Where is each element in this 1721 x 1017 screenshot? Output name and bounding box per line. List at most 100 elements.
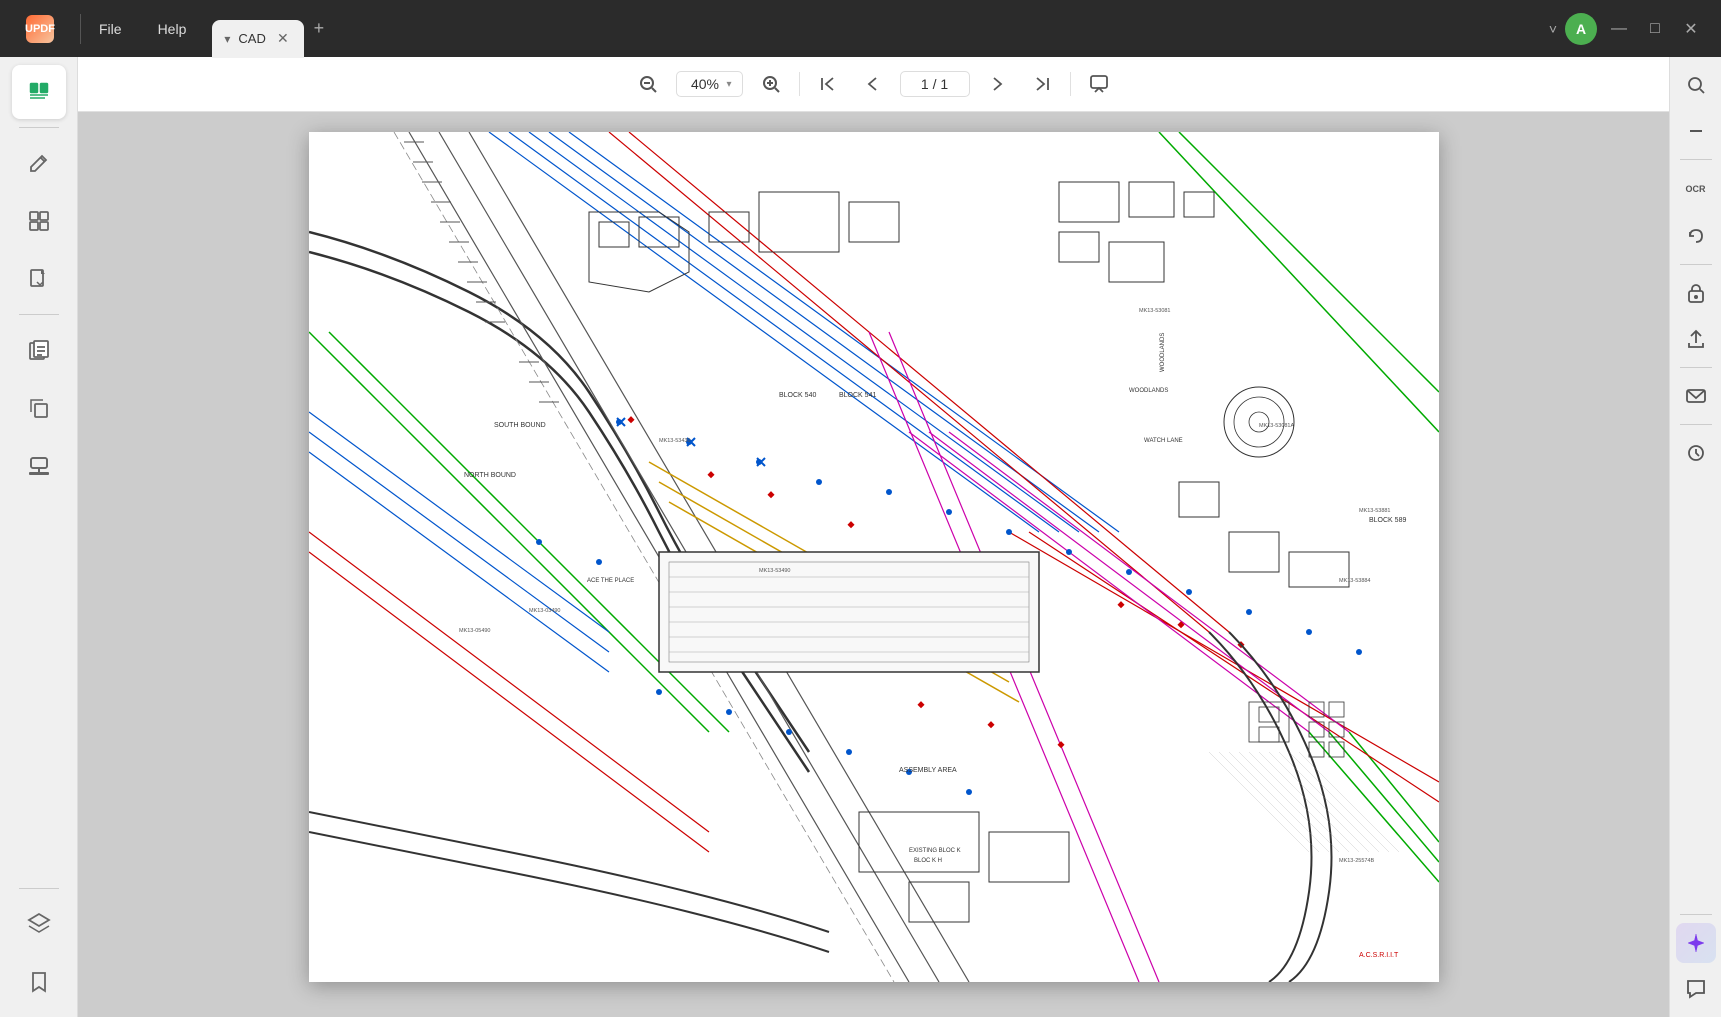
maximize-button[interactable]: □ [1641,15,1669,43]
sidebar-item-stamp[interactable] [12,439,66,493]
window-dropdown-icon[interactable]: ˅ [1549,21,1557,37]
convert-icon [25,265,53,293]
sidebar-item-pages[interactable] [12,323,66,377]
tab-dropdown-icon[interactable]: ▾ [224,32,230,46]
right-sep-1 [1680,159,1712,160]
svg-text:MK13-53081: MK13-53081 [1139,308,1171,314]
left-sidebar [0,57,78,1017]
toolbar-sep-2 [1070,72,1071,96]
sidebar-item-copy[interactable] [12,381,66,435]
ocr-button[interactable]: OCR [1675,168,1717,210]
help-menu[interactable]: Help [140,0,205,57]
svg-text:BLOCK 540: BLOCK 540 [779,392,816,399]
tab-title: CAD [238,31,265,46]
svg-text:MK13-25574B: MK13-25574B [1339,858,1374,864]
history-button[interactable] [1676,433,1716,473]
sidebar-item-layers[interactable] [12,897,66,951]
sidebar-separator-1 [19,127,59,128]
next-page-button[interactable] [982,68,1014,100]
sidebar-separator-2 [19,314,59,315]
page-display[interactable]: 1 / 1 [900,71,970,97]
reader-icon [25,78,53,106]
sidebar-item-reader[interactable] [12,65,66,119]
right-sidebar: OCR [1669,57,1721,1017]
main-content: 40% ▾ [0,57,1721,1017]
rotate-button[interactable] [1676,216,1716,256]
app-logo-area: UPDF [0,0,80,57]
layers-icon [25,910,53,938]
right-sep-3 [1680,367,1712,368]
svg-text:MK13-53081A: MK13-53081A [1259,423,1294,429]
right-sep-5 [1680,914,1712,915]
svg-text:BLOCK 541: BLOCK 541 [839,392,876,399]
minimize-button[interactable]: — [1605,15,1633,43]
zoom-dropdown-icon: ▾ [726,79,731,90]
svg-text:WATCH LANE: WATCH LANE [1144,438,1183,444]
svg-text:BLOCK 589: BLOCK 589 [1369,517,1406,524]
svg-text:A.C.S.R.I.I.T: A.C.S.R.I.I.T [1359,952,1399,959]
zoom-out-button[interactable] [632,68,664,100]
svg-text:ACE THE PLACE: ACE THE PLACE [587,578,634,584]
toolbar-sep-1 [799,72,800,96]
svg-text:WOODLANDS: WOODLANDS [1129,388,1168,394]
svg-text:BLOC K H: BLOC K H [914,858,942,864]
toolbar: 40% ▾ [78,57,1669,112]
last-page-button[interactable] [1026,68,1058,100]
sidebar-separator-3 [19,888,59,889]
zoom-out-sidebar-button[interactable] [1676,111,1716,151]
svg-text:MK13-03490: MK13-03490 [529,608,561,614]
menu-bar: File Help [81,0,204,57]
prev-page-button[interactable] [856,68,888,100]
zoom-display[interactable]: 40% ▾ [676,71,742,97]
title-bar: UPDF File Help ▾ CAD ✕ + ˅ A — □ ✕ [0,0,1721,57]
new-tab-button[interactable]: + [304,14,334,44]
updf-logo: UPDF [26,15,54,43]
organize-icon [25,207,53,235]
send-button[interactable] [1676,376,1716,416]
toolbar-wrapper: 40% ▾ [78,57,1669,112]
edit-icon [25,149,53,177]
svg-text:MK13-53430: MK13-53430 [659,438,691,444]
document-page: SOUTH BOUND NORTH BOUND BLOCK 540 BLOCK … [309,132,1439,982]
tab-close-button[interactable]: ✕ [274,30,292,48]
ocr-label: OCR [1686,185,1706,194]
page-number: 1 / 1 [921,76,948,92]
pages-icon [25,336,53,364]
svg-text:MK13-05490: MK13-05490 [459,628,491,634]
close-button[interactable]: ✕ [1677,15,1705,43]
svg-text:ASSEMBLY AREA: ASSEMBLY AREA [899,767,957,774]
sidebar-item-organize[interactable] [12,194,66,248]
file-menu[interactable]: File [81,0,140,57]
sidebar-item-edit[interactable] [12,136,66,190]
sidebar-item-bookmark[interactable] [12,955,66,1009]
svg-text:NORTH BOUND: NORTH BOUND [464,472,516,479]
svg-text:MK13-53490: MK13-53490 [759,568,791,574]
active-tab[interactable]: ▾ CAD ✕ [212,20,303,58]
window-controls: ˅ A — □ ✕ [1549,13,1721,45]
svg-text:MK13-53881: MK13-53881 [1359,508,1391,514]
right-sep-4 [1680,424,1712,425]
svg-text:MK13-53884: MK13-53884 [1339,578,1371,584]
cad-drawing: SOUTH BOUND NORTH BOUND BLOCK 540 BLOCK … [309,132,1439,982]
zoom-in-button[interactable] [755,68,787,100]
zoom-value: 40% [687,76,722,92]
ai-button[interactable] [1676,923,1716,963]
svg-text:SOUTH BOUND: SOUTH BOUND [494,422,546,429]
document-container: 40% ▾ [78,57,1669,1017]
logo-icon: UPDF [26,15,54,43]
chat-button[interactable] [1676,969,1716,1009]
sidebar-item-convert[interactable] [12,252,66,306]
tab-area: ▾ CAD ✕ + [204,0,1548,57]
protect-button[interactable] [1676,273,1716,313]
stamp-icon [25,452,53,480]
svg-text:EXISTING BLOC K: EXISTING BLOC K [909,848,961,854]
first-page-button[interactable] [812,68,844,100]
share-button[interactable] [1676,319,1716,359]
document-viewport[interactable]: SOUTH BOUND NORTH BOUND BLOCK 540 BLOCK … [78,112,1669,1017]
copy-icon [25,394,53,422]
search-button[interactable] [1676,65,1716,105]
right-sep-2 [1680,264,1712,265]
user-avatar[interactable]: A [1565,13,1597,45]
bookmark-icon [25,968,53,996]
comment-button[interactable] [1083,68,1115,100]
